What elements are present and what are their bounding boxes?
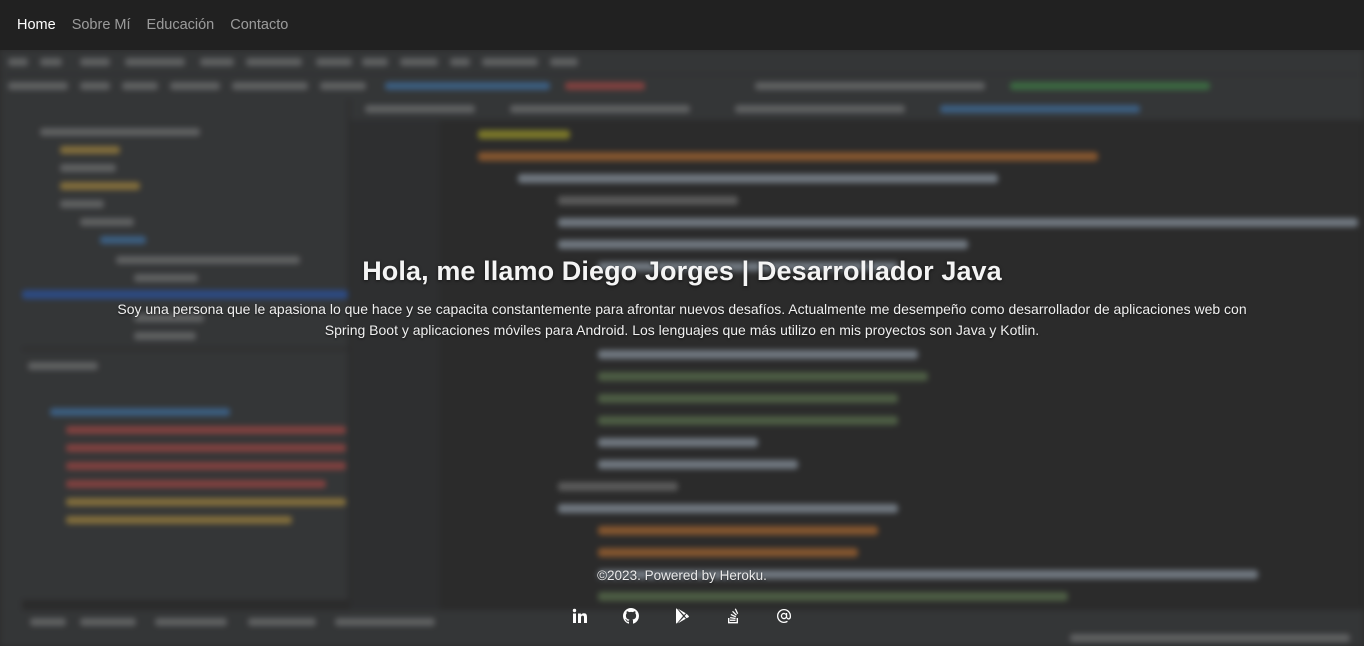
email-link[interactable] <box>775 606 794 625</box>
google-play-link[interactable] <box>673 606 692 625</box>
hero-section: Hola, me llamo Diego Jorges | Desarrolla… <box>0 256 1364 341</box>
top-navbar: Home Sobre Mí Educación Contacto <box>0 0 1364 50</box>
linkedin-link[interactable] <box>571 606 590 625</box>
stack-overflow-link[interactable] <box>724 606 743 625</box>
footer-copyright: ©2023. Powered by Heroku. <box>597 568 767 583</box>
nav-link-contacto[interactable]: Contacto <box>230 17 288 33</box>
social-links <box>0 606 1364 625</box>
hero-title: Hola, me llamo Diego Jorges | Desarrolla… <box>362 256 1002 286</box>
nav-link-educacion[interactable]: Educación <box>147 17 215 33</box>
page: Home Sobre Mí Educación Contacto Hola, m… <box>0 0 1364 646</box>
nav-link-home[interactable]: Home <box>17 17 56 33</box>
google-play-icon <box>676 608 689 623</box>
linkedin-icon <box>572 608 587 623</box>
github-link[interactable] <box>622 606 641 625</box>
nav-link-sobre-mi[interactable]: Sobre Mí <box>72 17 131 33</box>
stack-overflow-icon <box>728 607 739 623</box>
github-icon <box>623 607 639 624</box>
hero-description: Soy una persona que le apasiona lo que h… <box>117 301 1247 338</box>
email-at-icon <box>777 608 791 623</box>
